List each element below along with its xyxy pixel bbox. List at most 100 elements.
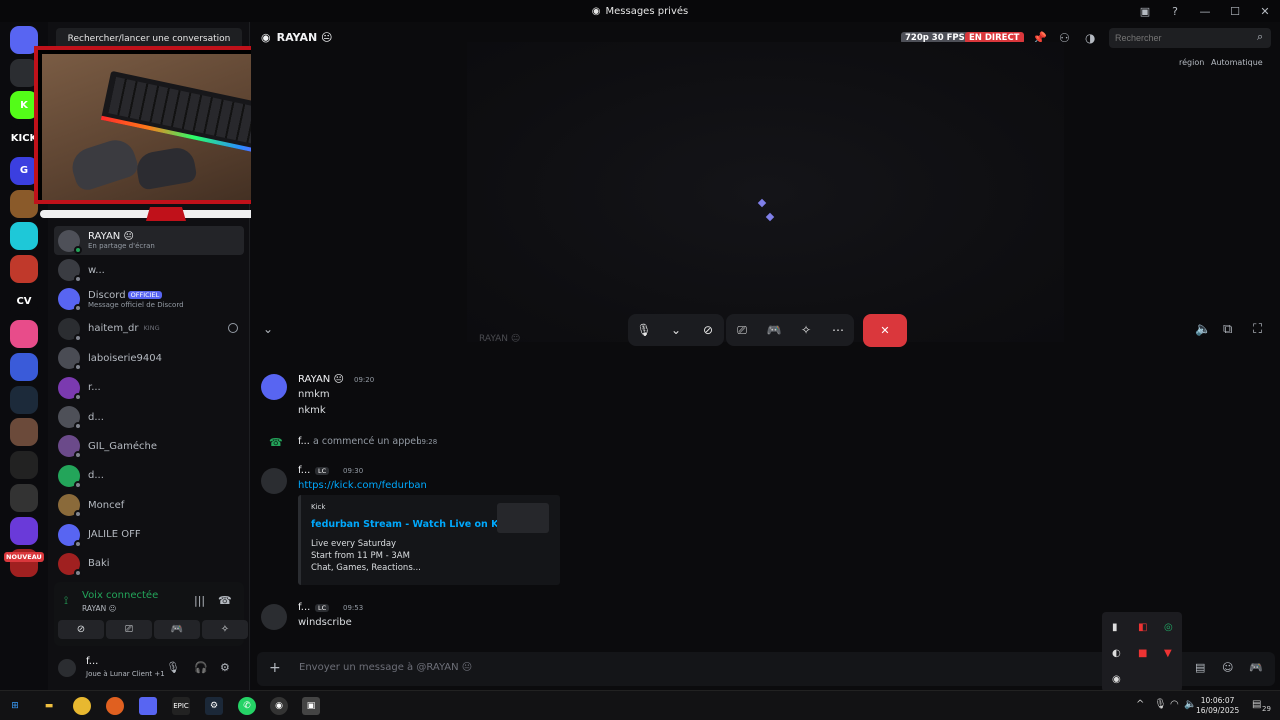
headphones-icon[interactable]: 🎧 xyxy=(194,661,208,674)
server-icon[interactable] xyxy=(10,254,38,283)
fullscreen-icon[interactable]: ⛶ xyxy=(1253,322,1262,337)
obs-icon[interactable]: ◉ xyxy=(270,697,288,715)
message-author[interactable]: RAYAN 😐 xyxy=(298,374,344,385)
dm-item[interactable]: RAYAN 😐 En partage d'écran xyxy=(54,226,244,256)
disconnect-icon[interactable]: ☎ xyxy=(218,594,232,607)
file-explorer-icon[interactable]: ▬ xyxy=(40,697,58,715)
app-icon[interactable]: ▣ xyxy=(302,697,320,715)
tray-app-icon[interactable]: ▮ xyxy=(1112,622,1118,633)
soundboard-button[interactable]: ✧ xyxy=(202,620,248,639)
clan-tag[interactable]: LC xyxy=(315,604,330,612)
server-icon[interactable] xyxy=(10,516,38,545)
user-name[interactable]: f... xyxy=(86,656,98,667)
dm-item[interactable]: Moncef xyxy=(54,491,244,520)
dm-subtitle: En partage d'écran xyxy=(88,242,155,251)
dm-item[interactable]: JALILE OFF xyxy=(54,520,244,549)
server-icon[interactable]: CV xyxy=(10,287,38,316)
leave-call-button[interactable]: ✕ xyxy=(863,314,907,347)
tray-app-icon[interactable]: ▼ xyxy=(1164,648,1172,659)
activity-icon[interactable]: 🎮 xyxy=(758,323,790,337)
message-author[interactable]: f... xyxy=(298,465,310,476)
steam-icon[interactable]: ⚙ xyxy=(205,697,223,715)
share-screen-icon[interactable]: ⎚ xyxy=(726,323,758,338)
message-author[interactable]: f... xyxy=(298,602,310,613)
dm-text: w... xyxy=(88,265,105,276)
voice-channel[interactable]: RAYAN 😐 xyxy=(82,604,116,613)
loading-dot xyxy=(757,198,767,208)
region-select[interactable]: Automatique xyxy=(1211,58,1263,67)
server-icon[interactable] xyxy=(10,222,38,251)
maximize-button[interactable]: ☐ xyxy=(1220,0,1250,22)
dm-item[interactable]: r... xyxy=(54,373,244,402)
user-avatar[interactable] xyxy=(58,659,76,677)
popout-icon[interactable]: ⧉ xyxy=(1223,322,1232,337)
firefox-icon[interactable] xyxy=(106,697,124,715)
chevron-down-icon[interactable]: ⌄ xyxy=(660,323,692,337)
blocked-icon[interactable] xyxy=(228,323,238,334)
noise-suppression-icon[interactable]: ||| xyxy=(194,594,205,607)
embed-thumbnail[interactable] xyxy=(497,503,549,533)
dm-text: JALILE OFF xyxy=(88,529,141,540)
dm-item[interactable]: Baki xyxy=(54,549,244,578)
call-author[interactable]: f... xyxy=(298,436,310,447)
inbox-icon[interactable]: ▣ xyxy=(1130,0,1160,22)
more-icon[interactable]: ⋯ xyxy=(822,323,854,337)
notification-icon[interactable]: ▤ xyxy=(1252,699,1261,710)
camera-off-icon[interactable]: ⊘ xyxy=(692,323,724,337)
network-icon[interactable]: ◠ xyxy=(1170,699,1179,710)
discord-taskbar-icon[interactable] xyxy=(139,697,157,715)
attach-plus-icon[interactable]: + xyxy=(269,660,281,676)
server-icon[interactable] xyxy=(10,451,38,480)
soundboard-icon[interactable]: ✧ xyxy=(790,323,822,337)
share-screen-button[interactable]: ⎚ xyxy=(106,620,152,639)
dm-item[interactable]: haitem_dr KING xyxy=(54,314,244,343)
screen-share-stage[interactable] xyxy=(467,42,1064,342)
volume-tray-icon[interactable]: 🔈 xyxy=(1184,699,1196,710)
activity-button[interactable]: 🎮 xyxy=(154,620,200,639)
clan-tag[interactable]: LC xyxy=(315,467,330,475)
tray-app-icon[interactable]: ◐ xyxy=(1112,648,1121,659)
emoji-icon[interactable]: ☺ xyxy=(1222,661,1233,674)
avatar[interactable] xyxy=(261,374,287,400)
avatar[interactable] xyxy=(261,604,287,630)
epic-games-icon[interactable]: EPIC xyxy=(172,697,190,715)
help-icon[interactable]: ? xyxy=(1160,0,1190,22)
start-icon[interactable]: ⊞ xyxy=(6,697,24,715)
settings-gear-icon[interactable]: ⚙ xyxy=(220,661,230,674)
collapse-chevron-icon[interactable]: ⌄ xyxy=(263,322,273,336)
chevron-up-icon[interactable]: ^ xyxy=(1136,699,1144,710)
dm-item[interactable]: d... xyxy=(54,402,244,431)
server-icon[interactable] xyxy=(10,483,38,512)
avatar[interactable] xyxy=(261,468,287,494)
dm-item[interactable]: GIL_Gaméche xyxy=(54,432,244,461)
server-icon[interactable] xyxy=(10,320,38,349)
close-button[interactable]: ✕ xyxy=(1250,0,1280,22)
signal-icon[interactable]: ⟟ xyxy=(64,594,68,608)
tray-app-icon[interactable]: ◉ xyxy=(1112,674,1121,685)
minimize-button[interactable]: — xyxy=(1190,0,1220,22)
gamepad-icon[interactable]: 🎮 xyxy=(1249,661,1263,674)
dm-item[interactable]: Discord OFFICIEL Message officiel de Disco… xyxy=(54,285,244,314)
whatsapp-icon[interactable]: ✆ xyxy=(238,697,256,715)
camera-off-button[interactable]: ⊘ xyxy=(58,620,104,639)
tray-app-icon[interactable]: ■ xyxy=(1138,648,1147,659)
profile-icon[interactable]: ◑ xyxy=(1085,31,1095,45)
microphone-icon[interactable]: 🎙 xyxy=(628,323,660,337)
mic-tray-icon[interactable]: 🎙 xyxy=(1154,699,1167,710)
server-icon[interactable] xyxy=(10,353,38,381)
embed-title[interactable]: fedurban Stream - Watch Live on Kick xyxy=(311,519,514,530)
server-icon[interactable] xyxy=(10,418,38,447)
server-icon[interactable] xyxy=(10,385,38,414)
tray-app-icon[interactable]: ◧ xyxy=(1138,622,1147,633)
message-link[interactable]: https://kick.com/fedurban xyxy=(298,480,427,491)
tray-app-icon[interactable]: ◎ xyxy=(1164,622,1173,633)
dm-item[interactable]: d... xyxy=(54,461,244,490)
microphone-icon[interactable]: 🎙 xyxy=(166,661,180,674)
gift-icon[interactable]: ▤ xyxy=(1195,661,1205,674)
dm-item[interactable]: laboiserie9404 xyxy=(54,344,244,373)
dm-item[interactable]: w... xyxy=(54,255,244,284)
search-input[interactable] xyxy=(1109,28,1271,48)
clock[interactable]: 10:06:07 16/09/2025 xyxy=(1196,696,1239,716)
volume-icon[interactable]: 🔈 xyxy=(1195,322,1211,337)
chrome-icon[interactable] xyxy=(73,697,91,715)
